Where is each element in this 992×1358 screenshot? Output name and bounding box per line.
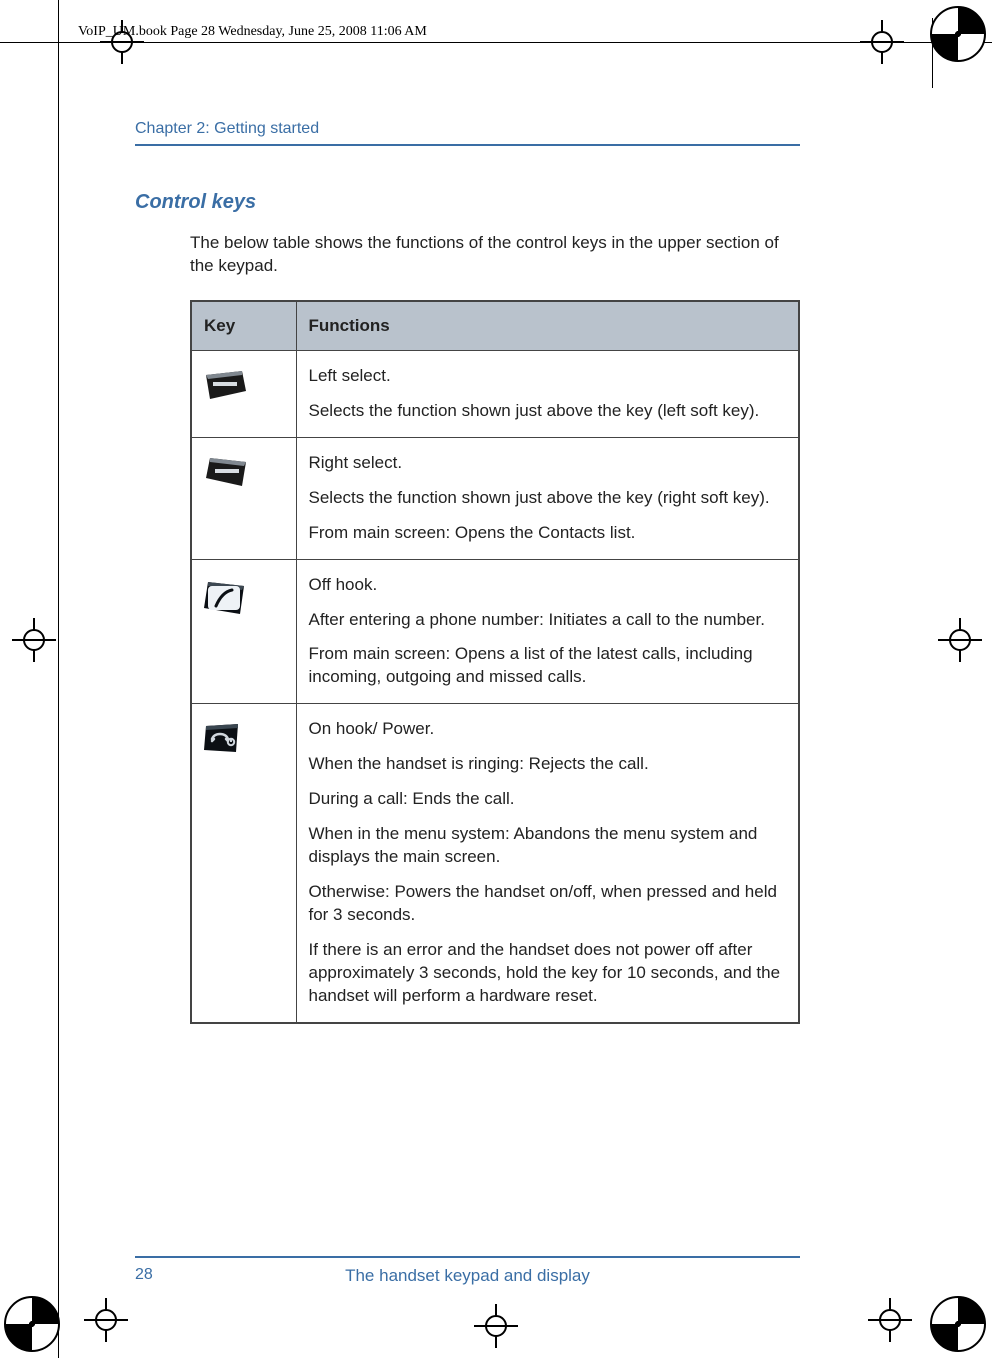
off-hook-key-icon (204, 578, 248, 623)
cell-text: On hook/ Power. (309, 718, 787, 741)
registration-mark-icon (4, 1296, 60, 1352)
section-intro: The below table shows the functions of t… (190, 232, 800, 278)
table-header-key: Key (191, 301, 296, 351)
cell-text: During a call: Ends the call. (309, 788, 787, 811)
table-header-functions: Functions (296, 301, 799, 351)
crosshair-mark-icon (12, 618, 56, 662)
table-row: Left select. Selects the function shown … (191, 350, 799, 437)
registration-mark-icon (930, 6, 986, 62)
cell-text: When the handset is ringing: Rejects the… (309, 753, 787, 776)
cell-text: Otherwise: Powers the handset on/off, wh… (309, 881, 787, 927)
cell-text: Selects the function shown just above th… (309, 400, 787, 423)
crosshair-mark-icon (84, 1298, 128, 1342)
table-row: Off hook. After entering a phone number:… (191, 559, 799, 704)
crop-line (58, 0, 59, 1358)
section-heading: Control keys (135, 191, 800, 214)
crop-header-text: VoIP_UM.book Page 28 Wednesday, June 25,… (78, 24, 427, 40)
cell-text: From main screen: Opens a list of the la… (309, 643, 787, 689)
page-footer: 28 The handset keypad and display (135, 1256, 800, 1292)
footer-title: The handset keypad and display (135, 1266, 800, 1286)
left-select-key-icon (204, 369, 248, 408)
crop-line (0, 42, 992, 43)
page-content: Chapter 2: Getting started Control keys … (135, 120, 800, 1024)
registration-mark-icon (930, 1296, 986, 1352)
cell-text: Selects the function shown just above th… (309, 487, 787, 510)
table-row: Right select. Selects the function shown… (191, 437, 799, 559)
crosshair-mark-icon (474, 1304, 518, 1348)
crosshair-mark-icon (868, 1298, 912, 1342)
control-keys-table: Key Functions Left select. (190, 300, 800, 1024)
table-row: On hook/ Power. When the handset is ring… (191, 704, 799, 1023)
cell-text: If there is an error and the handset doe… (309, 939, 787, 1008)
crosshair-mark-icon (938, 618, 982, 662)
cell-text: Right select. (309, 452, 787, 475)
cell-text: When in the menu system: Abandons the me… (309, 823, 787, 869)
cell-text: Off hook. (309, 574, 787, 597)
cell-text: After entering a phone number: Initiates… (309, 609, 787, 632)
chapter-heading: Chapter 2: Getting started (135, 120, 800, 146)
on-hook-power-key-icon (204, 722, 240, 761)
right-select-key-icon (204, 456, 248, 495)
cell-text: Left select. (309, 365, 787, 388)
cell-text: From main screen: Opens the Contacts lis… (309, 522, 787, 545)
crosshair-mark-icon (860, 20, 904, 64)
